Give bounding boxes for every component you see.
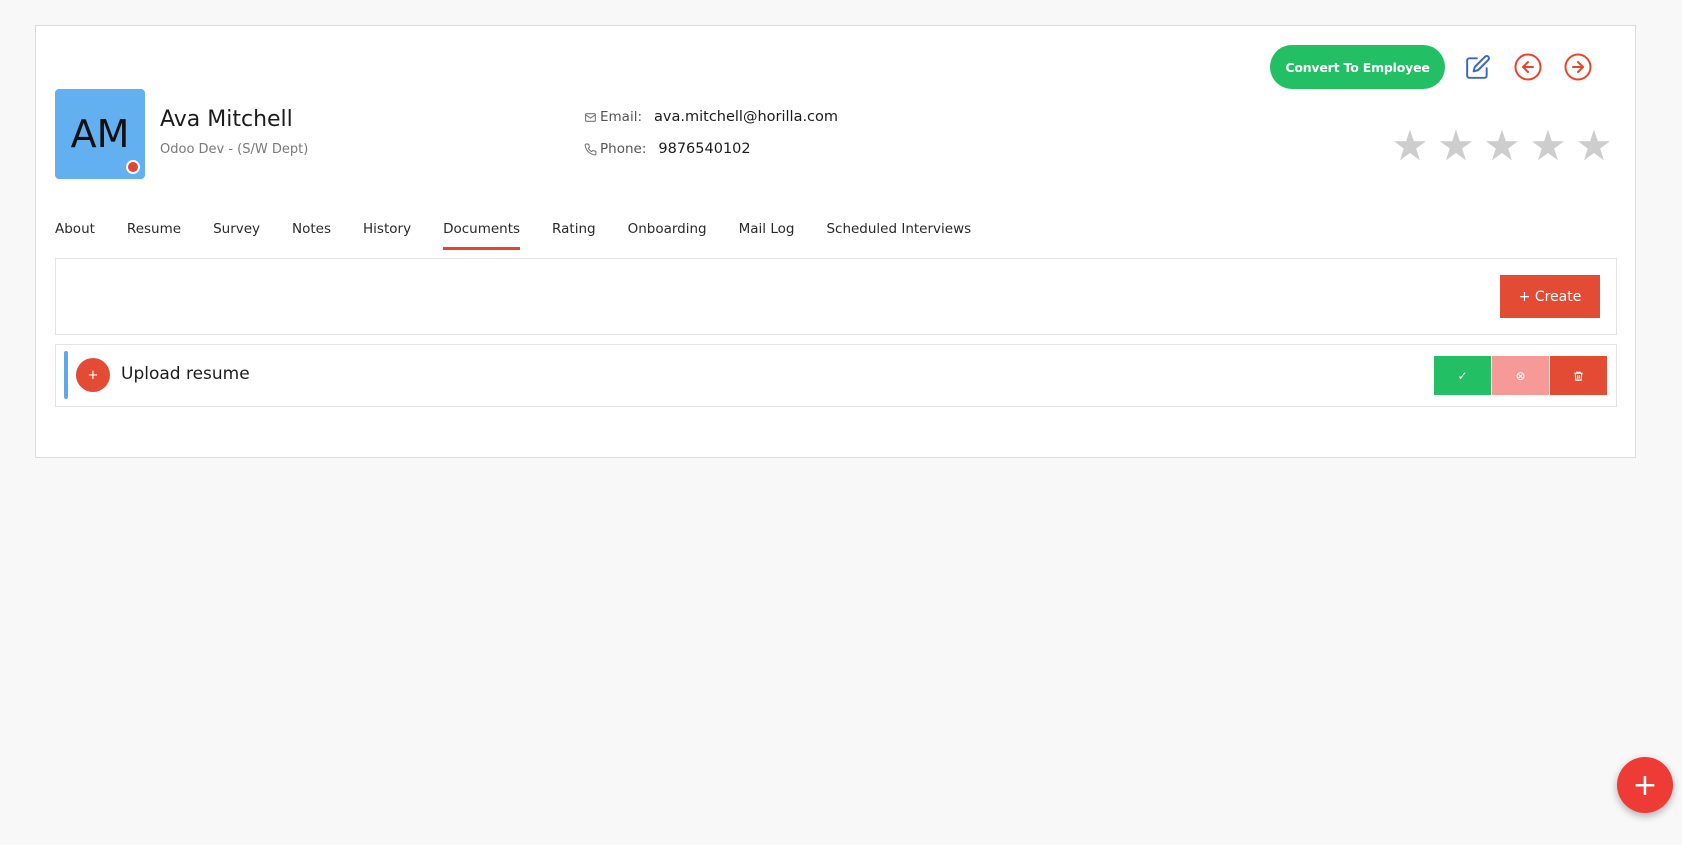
trash-icon (1574, 371, 1583, 381)
next-arrow-icon[interactable] (1561, 50, 1595, 84)
tab-history[interactable]: History (363, 221, 411, 250)
approve-button[interactable]: ✓ (1434, 356, 1491, 395)
top-actions: Convert To Employee (1270, 45, 1595, 89)
avatar: AM (55, 89, 145, 179)
profile-tabs: About Resume Survey Notes History Docume… (55, 221, 1003, 250)
star-icon[interactable]: ★ (1387, 121, 1433, 171)
tab-scheduled-interviews[interactable]: Scheduled Interviews (826, 221, 971, 250)
star-icon[interactable]: ★ (1433, 121, 1479, 171)
email-value: ava.mitchell@horilla.com (654, 109, 839, 125)
tab-documents[interactable]: Documents (443, 221, 521, 250)
document-title[interactable]: Upload resume (121, 364, 250, 384)
tab-notes[interactable]: Notes (292, 221, 331, 250)
star-icon[interactable]: ★ (1525, 121, 1571, 171)
tab-survey[interactable]: Survey (213, 221, 260, 250)
star-icon[interactable]: ★ (1479, 121, 1525, 171)
phone-label-group: Phone: (584, 141, 646, 157)
mail-icon (585, 112, 596, 122)
edit-icon[interactable] (1461, 50, 1495, 84)
tab-rating[interactable]: Rating (552, 221, 596, 250)
delete-button[interactable] (1550, 356, 1607, 395)
convert-to-employee-button[interactable]: Convert To Employee (1270, 45, 1445, 89)
row-accent-bar (64, 351, 68, 399)
tab-onboarding[interactable]: Onboarding (628, 221, 707, 250)
email-label: Email: (600, 109, 643, 125)
previous-arrow-icon[interactable] (1511, 50, 1545, 84)
floating-add-button[interactable]: + (1617, 757, 1673, 813)
row-actions: ✓ ⊗ (1433, 356, 1607, 395)
status-dot (126, 160, 140, 174)
check-icon: ✓ (1457, 368, 1468, 383)
email-row: Email: ava.mitchell@horilla.com (584, 109, 838, 125)
phone-row: Phone: 9876540102 (584, 141, 751, 157)
candidate-name: Ava Mitchell (160, 107, 293, 132)
candidate-card: Convert To Employee AM Ava Mitchell Odoo… (35, 25, 1636, 458)
upload-plus-icon[interactable]: + (76, 358, 110, 392)
phone-label: Phone: (600, 141, 647, 157)
phone-icon (584, 143, 597, 155)
tab-about[interactable]: About (55, 221, 95, 250)
tab-mail-log[interactable]: Mail Log (739, 221, 795, 250)
star-icon[interactable]: ★ (1571, 121, 1617, 171)
email-label-group: Email: (584, 109, 642, 125)
rating-stars: ★ ★ ★ ★ ★ (1387, 121, 1617, 171)
list-item: + Upload resume ✓ ⊗ (55, 344, 1617, 407)
reject-button[interactable]: ⊗ (1492, 356, 1549, 395)
reject-icon: ⊗ (1515, 368, 1526, 383)
avatar-initials: AM (70, 112, 130, 156)
candidate-position: Odoo Dev - (S/W Dept) (160, 142, 309, 157)
create-document-button[interactable]: + Create (1500, 275, 1600, 318)
documents-toolbar: + Create (55, 258, 1617, 335)
tab-resume[interactable]: Resume (127, 221, 181, 250)
phone-value: 9876540102 (658, 141, 751, 157)
